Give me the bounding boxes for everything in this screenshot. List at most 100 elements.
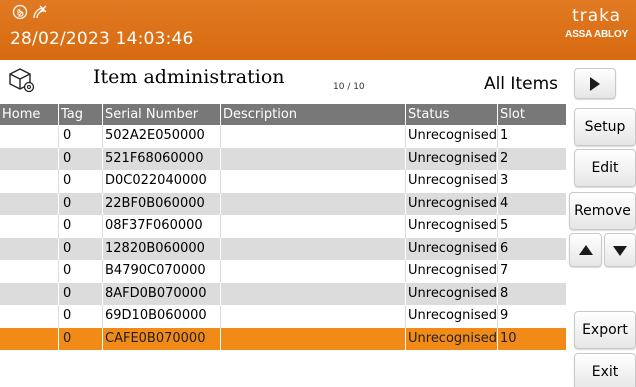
header-bar: 28/02/2023 14:03:46 traka ASSA ABLOY [0, 0, 636, 60]
table-row[interactable]: 0 08F37F060000 Unrecognised 5 [0, 215, 566, 238]
exit-button-label: Exit [591, 364, 619, 380]
filter-label[interactable]: All Items [484, 74, 558, 94]
table-row[interactable]: 0 22BF0B060000 Unrecognised 4 [0, 192, 566, 215]
cell-slot: 10 [500, 330, 517, 346]
cell-description [221, 237, 406, 260]
table-row[interactable]: 0 8AFD0B070000 Unrecognised 8 [0, 282, 566, 305]
cell-slot: 8 [500, 285, 509, 301]
table-row[interactable]: 0 B4790C070000 Unrecognised 7 [0, 260, 566, 283]
column-header-description[interactable]: Description [221, 104, 406, 125]
cell-status: Unrecognised [406, 170, 498, 193]
setup-button-label: Setup [584, 119, 626, 135]
cell-tag: 0 [59, 305, 103, 328]
cell-tag: 0 [59, 327, 103, 350]
no-signal-icon [32, 4, 48, 22]
cell-slot: 4 [500, 195, 509, 211]
edit-button[interactable]: Edit [574, 149, 636, 187]
column-header-home[interactable]: Home [0, 104, 59, 125]
brand-name: traka [572, 6, 622, 26]
cell-description [221, 327, 406, 350]
cell-home [0, 327, 59, 350]
scroll-down-button[interactable] [604, 233, 636, 267]
title-row: Item administration 10 / 10 All Items [0, 60, 566, 100]
cell-status: Unrecognised [406, 327, 498, 350]
arrow-down-icon [613, 246, 627, 256]
cell-status: Unrecognised [406, 305, 498, 328]
cell-status: Unrecognised [406, 260, 498, 283]
cell-slot: 7 [500, 263, 509, 278]
cell-status: Unrecognised [406, 215, 498, 238]
cell-tag: 0 [59, 147, 103, 170]
cell-serial-number: B4790C070000 [103, 260, 221, 283]
cell-tag: 0 [59, 215, 103, 238]
cell-description [221, 305, 406, 328]
side-panel: Setup Edit Remove Export Exit [569, 60, 636, 387]
table-row[interactable]: 0 521F68060000 Unrecognised 2 [0, 147, 566, 170]
status-icons [12, 4, 48, 22]
export-button[interactable]: Export [574, 311, 636, 349]
scroll-up-button[interactable] [569, 233, 602, 267]
cell-slot: 6 [500, 240, 509, 256]
cell-serial-number: CAFE0B070000 [103, 327, 221, 350]
cell-serial-number: 12820B060000 [103, 237, 221, 260]
cell-home [0, 147, 59, 170]
cell-description [221, 282, 406, 305]
cell-home [0, 192, 59, 215]
table-row[interactable]: 0 69D10B060000 Unrecognised 9 [0, 305, 566, 328]
cell-home [0, 125, 59, 148]
cell-serial-number: D0C022040000 [103, 170, 221, 193]
table-row[interactable]: 0 D0C022040000 Unrecognised 3 [0, 170, 566, 193]
edit-button-label: Edit [591, 160, 619, 176]
cell-home [0, 282, 59, 305]
exit-button[interactable]: Exit [574, 353, 636, 387]
column-header-serial-number[interactable]: Serial Number [103, 104, 221, 125]
cell-home [0, 237, 59, 260]
cell-slot: 5 [500, 218, 509, 233]
play-icon [590, 77, 600, 91]
remove-button-label: Remove [574, 203, 631, 219]
cell-tag: 0 [59, 170, 103, 193]
page-title: Item administration [93, 66, 285, 88]
table-body: 0 502A2E050000 Unrecognised 1 0 521F68060000 U… [0, 125, 566, 350]
cell-description [221, 170, 406, 193]
cell-description [221, 125, 406, 148]
date-time: 28/02/2023 14:03:46 [10, 29, 194, 49]
column-header-slot[interactable]: Slot [498, 104, 566, 125]
brand-subtitle: ASSA ABLOY [565, 29, 628, 40]
cell-tag: 0 [59, 125, 103, 148]
table-header: Home Tag Serial Number Description Statu… [0, 104, 566, 125]
cell-home [0, 215, 59, 238]
play-button[interactable] [574, 68, 616, 99]
cell-status: Unrecognised [406, 192, 498, 215]
cell-home [0, 170, 59, 193]
box-settings-icon [8, 66, 36, 98]
cell-home [0, 305, 59, 328]
cell-home [0, 260, 59, 283]
cell-slot: 9 [500, 308, 509, 323]
hand-tap-icon [12, 4, 28, 22]
cell-serial-number: 521F68060000 [103, 147, 221, 170]
column-header-tag[interactable]: Tag [59, 104, 103, 125]
table-row[interactable]: 0 12820B060000 Unrecognised 6 [0, 237, 566, 260]
cell-serial-number: 8AFD0B070000 [103, 282, 221, 305]
export-button-label: Export [582, 322, 628, 338]
cell-description [221, 147, 406, 170]
cell-serial-number: 08F37F060000 [103, 215, 221, 238]
cell-status: Unrecognised [406, 237, 498, 260]
item-count: 10 / 10 [333, 82, 365, 92]
table-row-selected[interactable]: 0 CAFE0B070000 Unrecognised 10 [0, 327, 566, 350]
cell-status: Unrecognised [406, 125, 498, 148]
table-row[interactable]: 0 502A2E050000 Unrecognised 1 [0, 125, 566, 148]
cell-slot: 3 [500, 173, 509, 188]
cell-description [221, 192, 406, 215]
brand-logo: traka ASSA ABLOY [565, 7, 628, 40]
cell-slot: 1 [500, 128, 509, 143]
items-table: Home Tag Serial Number Description Statu… [0, 104, 566, 350]
cell-tag: 0 [59, 282, 103, 305]
remove-button[interactable]: Remove [569, 192, 636, 230]
column-header-status[interactable]: Status [406, 104, 498, 125]
arrow-up-icon [578, 245, 593, 255]
cell-status: Unrecognised [406, 147, 498, 170]
setup-button[interactable]: Setup [574, 108, 636, 146]
cell-serial-number: 69D10B060000 [103, 305, 221, 328]
